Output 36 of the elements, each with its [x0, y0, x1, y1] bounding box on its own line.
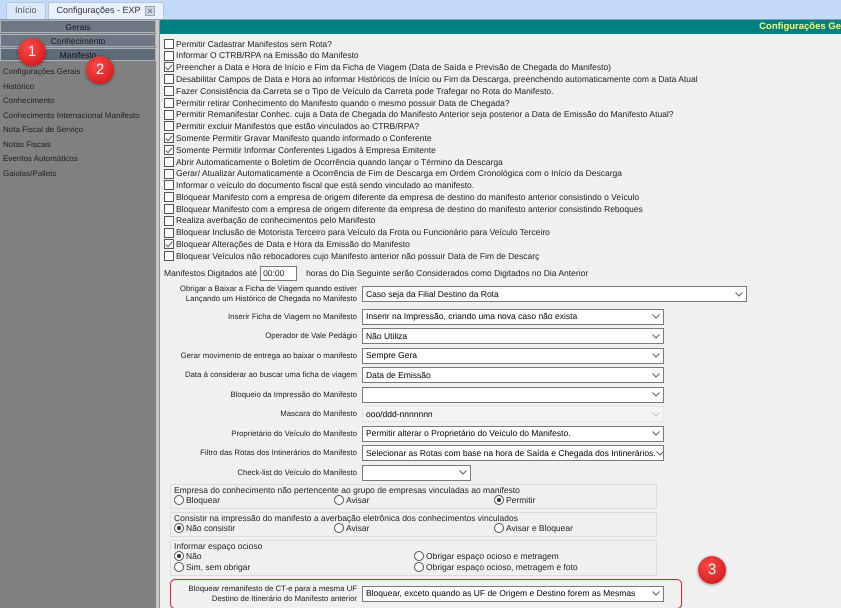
hours-label: Manifestos Digitados até [164, 266, 258, 280]
group-title: Consistir na impressão do manifesto a averbação eletrônica dos conhecimentos vinculados [174, 512, 519, 523]
checkbox-label: Bloquear Veículos não rebocadores cujo Manifesto anterior não possuir Data de Fim de Descarç [176, 250, 540, 263]
radio-label: Obrigar espaço ocioso e metragem [426, 550, 559, 563]
checkbox-label: Bloquear Manifesto com a empresa de origem diferente da empresa de destino do manifesto anterior consistindo o Veículo [176, 190, 640, 204]
checkbox-label: Abrir Automaticamente o Boletim de Ocorrência quando lançar o Término da Descarga [176, 156, 503, 168]
checkbox-label: Fazer Consistência da Carreta se o Tipo de Veículo da Carreta pode Trafegar no Rota do Manifesto. [176, 84, 554, 98]
checkbox-label: Informar o veículo do documento fiscal que está sendo vinculado ao manifesto. [176, 179, 474, 192]
checkbox-label: Somente Permitir Informar Conferentes Ligados à Empresa Emitente [176, 144, 436, 156]
checkbox-label: Permitir excluir Manifestos que estão vinculados ao CTRB/RPA? [176, 120, 420, 133]
checkbox-label: Gerar/ Atualizar Automaticamente a Ocorrência de Fim de Descarga em Ordem Cronológica com o Início da Descarga [176, 167, 622, 180]
checkbox-label: Preencher a Data e Hora de Início e Fim da Ficha de Viagem (Data de Saída e Previsão de Chegada do Manifesto) [176, 61, 612, 74]
radio-label: Obrigar espaço ocioso, metragem e foto [426, 561, 578, 574]
radio-label: Avisar e Bloquear [506, 522, 573, 535]
radio-label: Sim, sem obrigar [186, 560, 250, 574]
checkbox-label: Bloquear Manifesto com a empresa de origem diferente da empresa de destino do manifesto anterior consistindo Reboques [176, 202, 643, 216]
group-title: Empresa do conhecimento não pertencente ao grupo de empresas vinculadas ao manifesto [174, 484, 521, 495]
hours-note: horas do Dia Seguinte serão Considerados como Digitados no Dia Anterior [306, 266, 588, 280]
checkbox-label: Bloquear Inclusão de Motorista Terceiro para Veículo da Frota ou Funcionário para Veículo Terceiro [176, 226, 550, 240]
checkbox-label: Somente Permitir Gravar Manifesto quando informado o Conferente [176, 132, 432, 145]
step-marker-tooltip: 3 [698, 556, 726, 584]
checkbox-label: Permitir Remanifestar Conhec. cuja a Data de Chegada do Manifesto Anterior seja posterior a Data de Emissão do Manifesto Atual? [176, 108, 674, 122]
checkbox-label: Permitir Cadastrar Manifestos sem Rota? [176, 38, 332, 50]
header-title: Configurações Ge [759, 20, 841, 34]
radio-label: Avisar [346, 522, 370, 535]
checkbox-label: Informar O CTRB/RPA na Emissão do Manifesto [176, 49, 359, 62]
radio-label: Não [186, 550, 202, 563]
checkbox-label: Permitir retirar Conhecimento do Manifesto quando o mesmo possuir Data de Chegada? [176, 96, 510, 110]
radio-label: Avisar [346, 494, 370, 507]
radio-label: Bloquear [186, 494, 220, 507]
radio-label: Não consistir [186, 522, 236, 535]
checkbox-label: Realiza averbação de conhecimentos pelo Manifesto [176, 214, 376, 228]
checkbox-label: Desabilitar Campos de Data e Hora ao informar Históricos de Início ou Fim da Descarga, preenchendo automaticamente com a Data Atual [176, 72, 698, 86]
checkbox-label: Bloquear Alterações de Data e Hora da Emissão do Manifesto [176, 238, 410, 251]
group-title: Informar espaço ocioso [174, 540, 264, 551]
radio-label: Permitir [506, 494, 536, 507]
